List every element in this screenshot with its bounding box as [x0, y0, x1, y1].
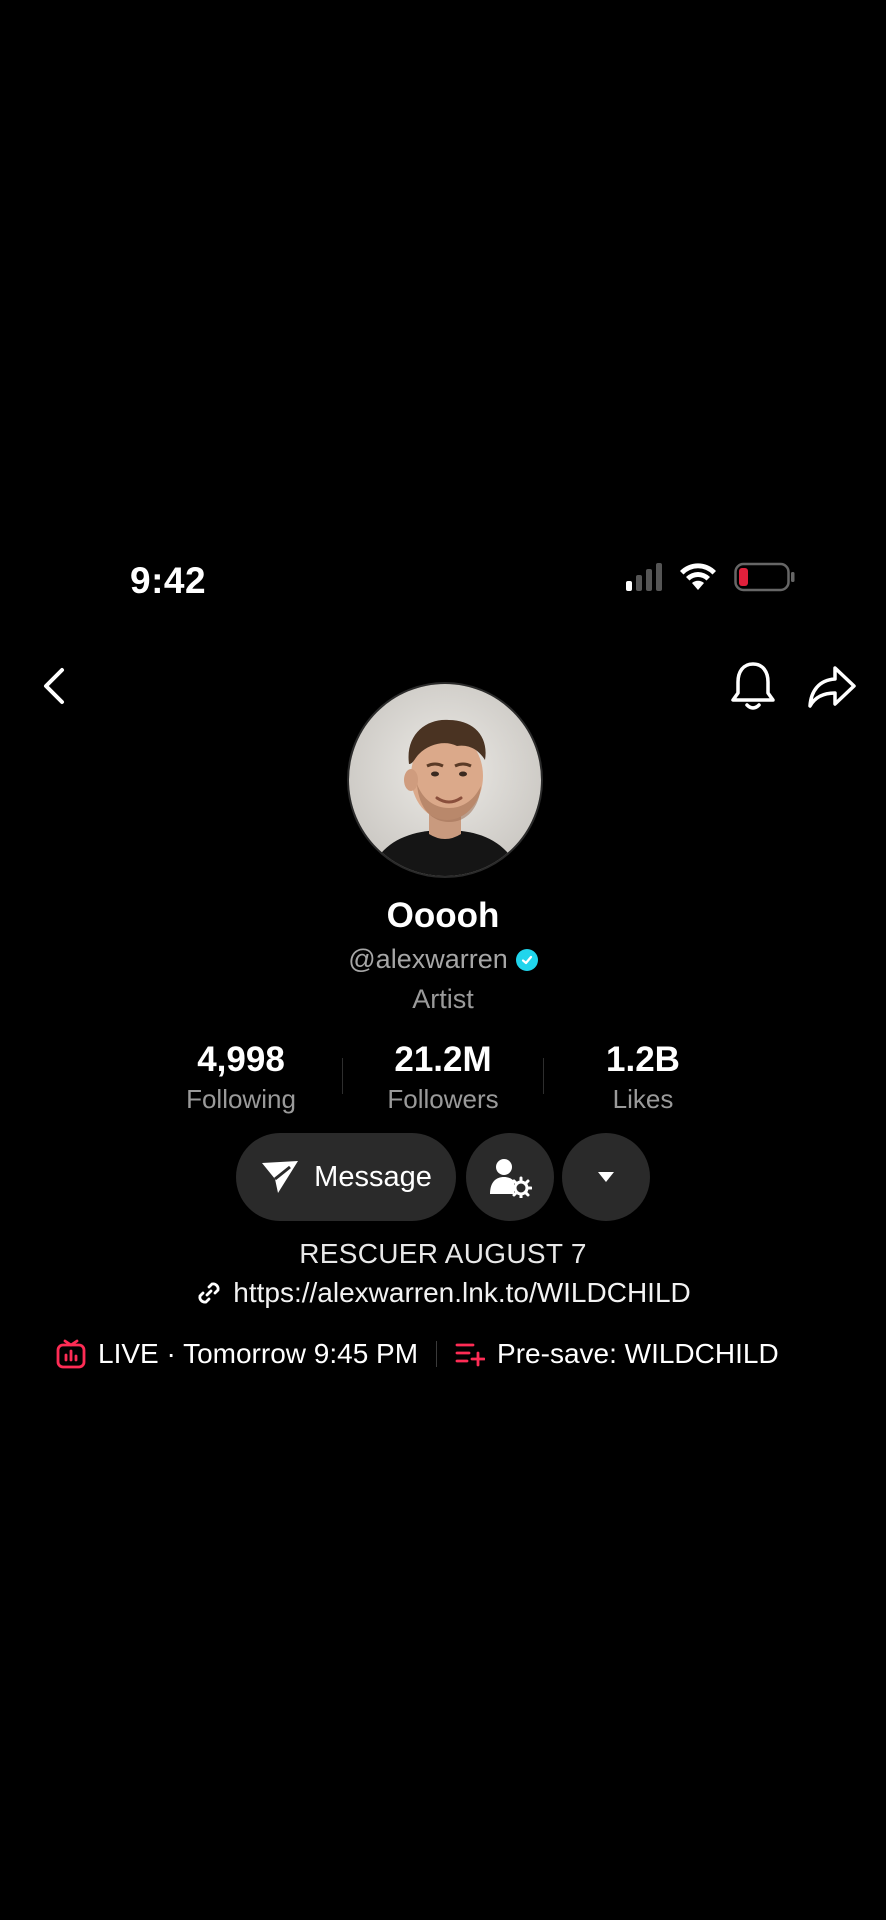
status-icons — [626, 562, 796, 592]
profile-category: Artist — [412, 984, 474, 1014]
caret-down-icon — [598, 1172, 614, 1182]
send-plane-icon — [262, 1161, 299, 1193]
live-schedule-chip[interactable]: LIVE · Tomorrow 9:45 PM — [56, 1338, 418, 1370]
bio-text: RESCUER AUGUST 7 — [299, 1238, 587, 1269]
bio-link-text: https://alexwarren.lnk.to/WILDCHILD — [233, 1277, 691, 1308]
stat-label: Likes — [612, 1084, 674, 1114]
stat-label: Following — [186, 1084, 296, 1114]
bell-icon — [731, 662, 775, 710]
stat-followers[interactable]: 21.2M Followers — [358, 1040, 528, 1116]
stat-divider — [543, 1058, 544, 1094]
stat-label: Followers — [387, 1084, 499, 1114]
presave-label: Pre-save: WILDCHILD — [497, 1338, 779, 1369]
username-handle: @alexwarren — [348, 944, 508, 974]
chevron-left-icon — [44, 668, 64, 704]
person-gear-icon — [490, 1159, 532, 1198]
presave-chip[interactable]: Pre-save: WILDCHILD — [455, 1338, 779, 1370]
live-tv-icon — [56, 1339, 86, 1369]
cellular-signal-icon — [626, 563, 662, 591]
profile-photo — [349, 684, 541, 876]
playlist-add-icon — [455, 1343, 486, 1367]
live-schedule-label: LIVE · Tomorrow 9:45 PM — [98, 1338, 419, 1369]
bio-link[interactable]: https://alexwarren.lnk.to/WILDCHILD — [0, 1277, 886, 1309]
stat-value: 21.2M — [394, 1040, 492, 1079]
share-arrow-icon — [808, 666, 856, 708]
link-icon — [198, 1282, 220, 1304]
avatar[interactable] — [347, 682, 543, 878]
profile-screen: 9:42 Ooooh @alexwarren Artist 4,998 Foll… — [0, 0, 886, 1920]
stat-following[interactable]: 4,998 Following — [156, 1040, 326, 1116]
status-time: 9:42 — [130, 560, 207, 601]
stat-divider — [342, 1058, 343, 1094]
share-button[interactable] — [806, 662, 858, 712]
battery-icon — [734, 562, 796, 592]
display-name: Ooooh — [386, 896, 500, 935]
add-friend-button[interactable] — [466, 1133, 554, 1221]
handle-row: @alexwarren — [0, 944, 886, 975]
profile-chips: LIVE · Tomorrow 9:45 PM Pre-save: WILDCH… — [56, 1338, 846, 1370]
message-button[interactable]: Message — [236, 1133, 456, 1221]
stat-likes[interactable]: 1.2B Likes — [558, 1040, 728, 1116]
stat-value: 4,998 — [197, 1040, 285, 1079]
more-options-button[interactable] — [562, 1133, 650, 1221]
verified-badge-icon — [515, 948, 538, 971]
profile-stats: 4,998 Following 21.2M Followers 1.2B Lik… — [0, 1040, 886, 1120]
wifi-icon — [678, 562, 718, 592]
stat-value: 1.2B — [606, 1040, 680, 1079]
message-button-label: Message — [314, 1160, 432, 1193]
notification-button[interactable] — [728, 660, 778, 714]
back-button[interactable] — [36, 662, 76, 710]
chip-divider — [436, 1341, 438, 1367]
